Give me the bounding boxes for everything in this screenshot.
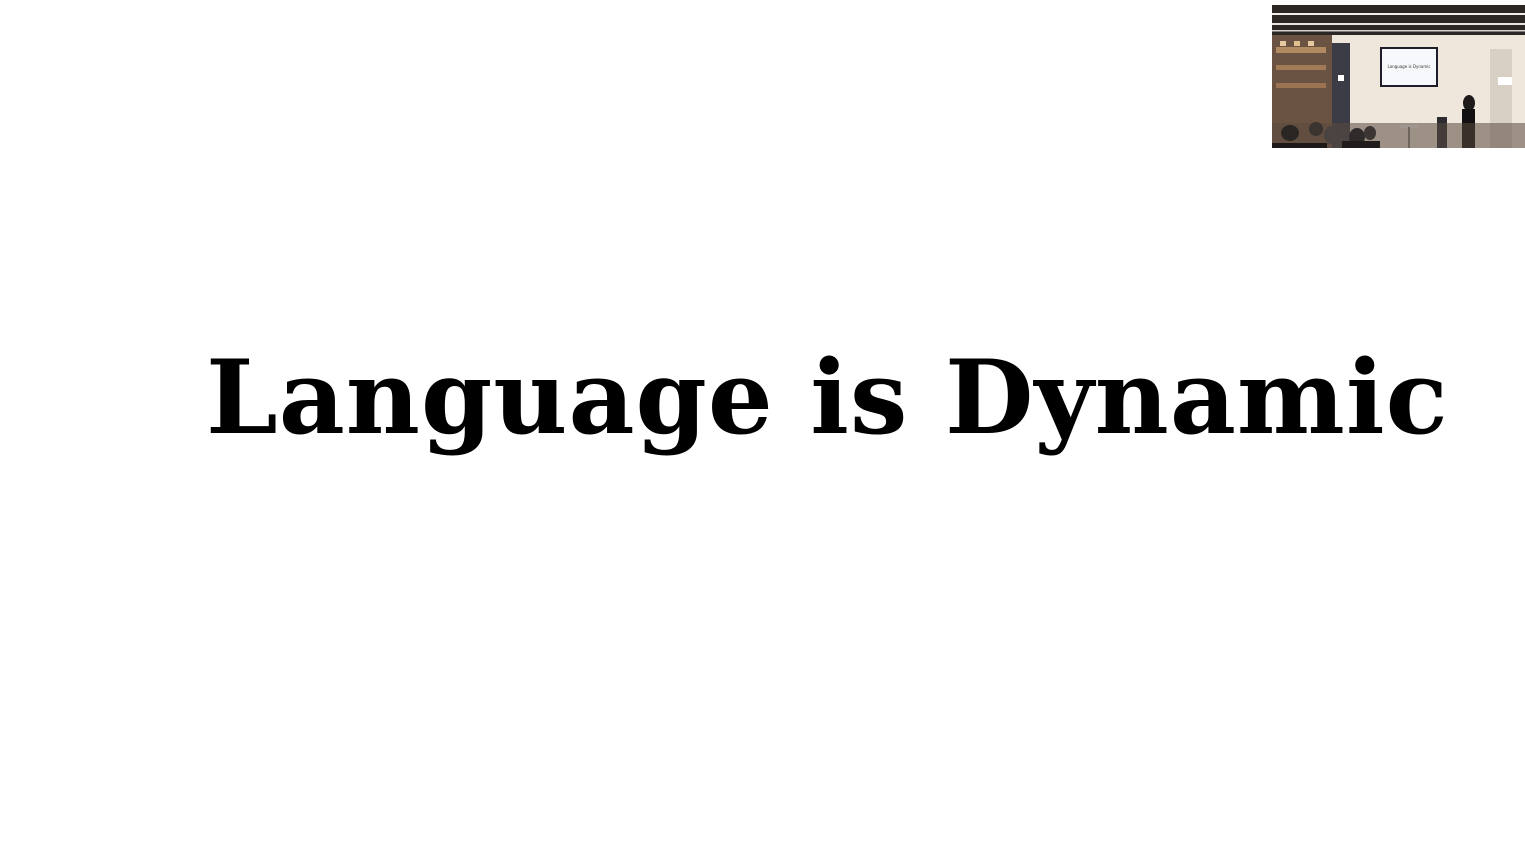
presentation-view: Language is Dynamic Language is Dynamic — [0, 0, 1525, 864]
screen-text: Language is Dynamic — [1387, 64, 1430, 69]
slide-title: Language is Dynamic — [206, 338, 1449, 458]
camera-preview[interactable]: Language is Dynamic — [1272, 5, 1525, 148]
camera-feed: Language is Dynamic — [1272, 5, 1525, 148]
